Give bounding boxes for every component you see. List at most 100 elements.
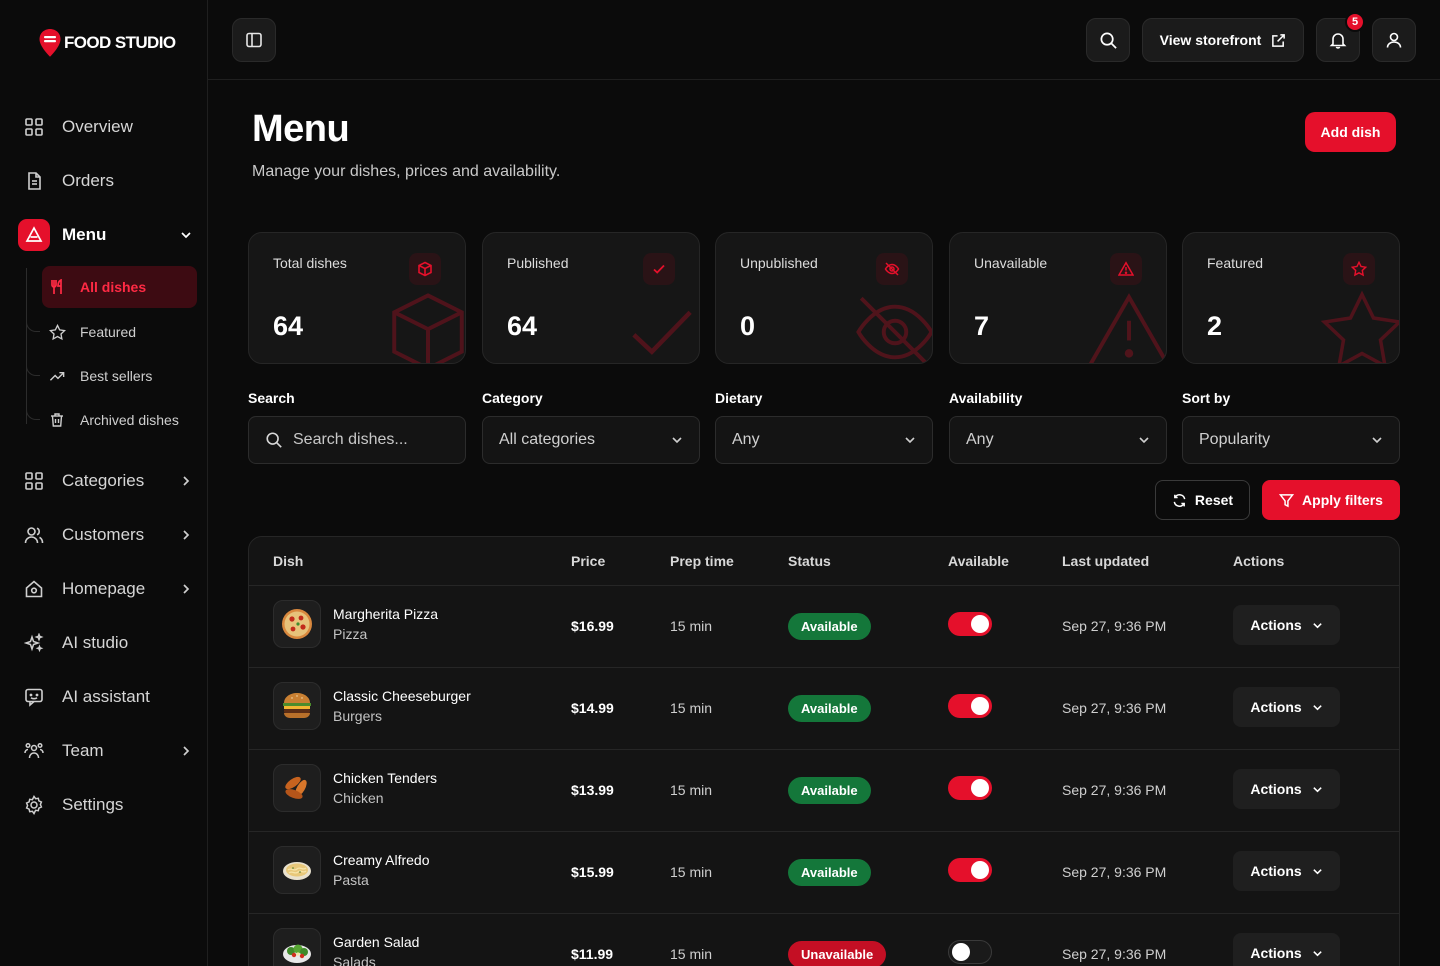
chevron-right-icon	[174, 529, 198, 541]
sidebar-item-ai-assistant[interactable]: AI assistant	[16, 677, 198, 717]
submenu-item-best-sellers[interactable]: Best sellers	[42, 355, 197, 397]
sidebar-item-orders[interactable]: Orders	[16, 161, 198, 201]
stat-label: Total dishes	[273, 255, 347, 271]
bell-icon	[1329, 33, 1347, 49]
stat-label: Unavailable	[974, 255, 1048, 271]
grid-icon	[16, 117, 52, 137]
submenu-item-featured[interactable]: Featured	[42, 311, 197, 353]
notifications-button[interactable]: 5	[1316, 12, 1365, 62]
last-updated: Sep 27, 9:36 PM	[1062, 864, 1167, 880]
sidebar-item-label: Overview	[62, 117, 133, 136]
row-actions-button[interactable]: Actions	[1233, 933, 1340, 966]
menu-icon	[18, 219, 50, 251]
submenu-item-label: All dishes	[80, 279, 147, 295]
chevron-down-icon	[174, 229, 198, 241]
chevron-down-icon	[1139, 437, 1149, 444]
sort-select[interactable]: Popularity	[1182, 416, 1400, 464]
column-header-last-updated[interactable]: Last updated	[1062, 553, 1149, 569]
stat-label: Unpublished	[740, 255, 818, 271]
sidebar-item-team[interactable]: Team	[16, 731, 198, 771]
tree-branch	[26, 318, 40, 332]
apply-filters-button[interactable]: Apply filters	[1262, 480, 1400, 520]
sidebar-item-categories[interactable]: Categories	[16, 461, 198, 501]
sidebar-item-overview[interactable]: Overview	[16, 107, 198, 147]
dish-thumbnail	[273, 600, 321, 648]
status-badge: Available	[788, 859, 871, 886]
table-row[interactable]: Classic Cheeseburger Burgers $14.99 15 m…	[249, 668, 1399, 750]
toggle-sidebar-button[interactable]	[232, 18, 276, 62]
warning-watermark-icon	[1088, 293, 1166, 363]
availability-toggle[interactable]	[948, 612, 992, 636]
sidebar-item-ai-studio[interactable]: AI studio	[16, 623, 198, 663]
sidebar-item-customers[interactable]: Customers	[16, 515, 198, 555]
last-updated: Sep 27, 9:36 PM	[1062, 782, 1167, 798]
toggle-knob	[971, 697, 989, 715]
search-button[interactable]	[1086, 18, 1130, 62]
dish-price: $14.99	[571, 700, 614, 716]
sidebar-item-label: Menu	[62, 225, 107, 244]
column-header-price[interactable]: Price	[571, 553, 605, 569]
salad-icon	[283, 944, 311, 963]
reset-button[interactable]: Reset	[1155, 480, 1250, 520]
dish-thumbnail	[273, 682, 321, 730]
sidebar-item-homepage[interactable]: Homepage	[16, 569, 198, 609]
table-row[interactable]: Margherita Pizza Pizza $16.99 15 min Ava…	[249, 586, 1399, 668]
dish-price: $11.99	[571, 946, 614, 962]
availability-toggle[interactable]	[948, 940, 992, 964]
page-title: Menu	[252, 108, 350, 150]
chevron-down-icon	[1312, 704, 1322, 710]
row-actions-button[interactable]: Actions	[1233, 605, 1340, 645]
user-profile-button[interactable]	[1372, 18, 1416, 62]
row-actions-button[interactable]: Actions	[1233, 769, 1340, 809]
availability-toggle[interactable]	[948, 694, 992, 718]
table-row[interactable]: Garden Salad Salads $11.99 15 min Unavai…	[249, 914, 1399, 966]
sidebar: FOOD STUDIO Overview Orders Menu All dis…	[0, 0, 208, 966]
category-select[interactable]: All categories	[482, 416, 700, 464]
search-input[interactable]: Search dishes...	[248, 416, 466, 464]
brand-name: FOOD STUDIO	[64, 33, 176, 52]
submenu-item-archived-dishes[interactable]: Archived dishes	[42, 399, 197, 441]
availability-toggle[interactable]	[948, 776, 992, 800]
reset-label: Reset	[1194, 492, 1234, 508]
gear-icon	[16, 795, 52, 815]
sort-select-value: Popularity	[1199, 431, 1271, 448]
submenu-divider	[26, 268, 27, 424]
last-updated: Sep 27, 9:36 PM	[1062, 700, 1167, 716]
toggle-knob	[952, 943, 970, 961]
stat-label: Published	[507, 255, 569, 271]
row-actions-button[interactable]: Actions	[1233, 687, 1340, 727]
user-icon	[1386, 32, 1402, 48]
table-row[interactable]: Creamy Alfredo Pasta $15.99 15 min Avail…	[249, 832, 1399, 914]
star-icon	[1343, 253, 1375, 285]
category-select-value: All categories	[499, 431, 596, 448]
sidebar-item-menu[interactable]: Menu	[16, 215, 198, 255]
chicken-tenders-icon	[285, 776, 307, 799]
column-header-status[interactable]: Status	[788, 553, 831, 569]
sort-filter-label: Sort by	[1182, 390, 1231, 406]
add-dish-button[interactable]: Add dish	[1305, 112, 1396, 152]
submenu-item-all-dishes[interactable]: All dishes	[42, 266, 197, 308]
column-header-available[interactable]: Available	[948, 553, 1009, 569]
tree-branch	[26, 406, 40, 420]
sidebar-item-settings[interactable]: Settings	[16, 785, 198, 825]
view-storefront-button[interactable]: View storefront	[1142, 18, 1304, 62]
brand-logo[interactable]: FOOD STUDIO	[38, 28, 176, 58]
chevron-down-icon	[1312, 622, 1322, 628]
row-actions-button[interactable]: Actions	[1233, 851, 1340, 891]
row-actions-label: Actions	[1250, 699, 1302, 715]
column-header-dish[interactable]: Dish	[273, 553, 303, 569]
star-icon	[42, 323, 72, 341]
dietary-select[interactable]: Any	[715, 416, 933, 464]
availability-toggle[interactable]	[948, 858, 992, 882]
search-filter-label: Search	[248, 390, 295, 406]
dish-name: Margherita Pizza	[333, 606, 439, 622]
availability-filter-label: Availability	[949, 390, 1023, 406]
chevron-down-icon	[1312, 786, 1322, 792]
table-row[interactable]: Chicken Tenders Chicken $13.99 15 min Av…	[249, 750, 1399, 832]
column-header-prep-time[interactable]: Prep time	[670, 553, 734, 569]
stat-card-unavailable: Unavailable 7	[949, 232, 1167, 364]
pizza-icon	[282, 609, 312, 639]
availability-select[interactable]: Any	[949, 416, 1167, 464]
check-icon	[643, 253, 675, 285]
chevron-down-icon	[1312, 950, 1322, 956]
